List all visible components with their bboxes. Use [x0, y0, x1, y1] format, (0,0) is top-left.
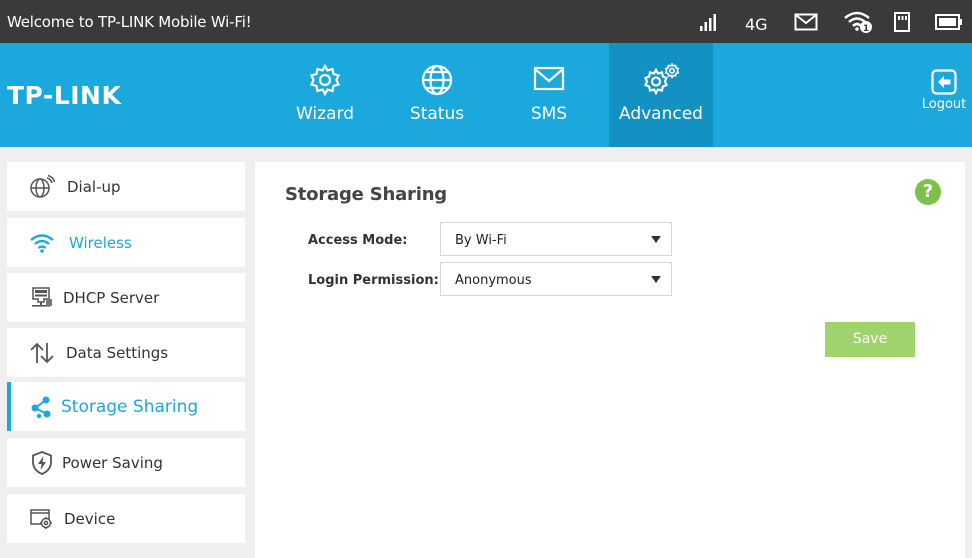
globe-dialup-icon [29, 174, 55, 200]
nav-status[interactable]: Status [385, 43, 489, 147]
login-permission-value: Anonymous [455, 273, 532, 288]
shield-bolt-icon [29, 450, 55, 476]
header-nav: TP-LINK Wizard Status SMS Advanced Logou… [0, 43, 972, 147]
save-button[interactable]: Save [825, 322, 915, 357]
chevron-down-icon [651, 236, 661, 243]
network-type-label: 4G [745, 14, 768, 34]
nav-status-label: Status [409, 104, 465, 124]
logout-button[interactable]: Logout [918, 69, 970, 112]
login-permission-select[interactable]: Anonymous [440, 262, 672, 296]
up-down-arrows-icon [29, 340, 55, 366]
logout-icon [918, 69, 970, 95]
nav-advanced-label: Advanced [619, 104, 703, 124]
logout-label: Logout [921, 97, 967, 112]
battery-icon [935, 10, 963, 34]
login-permission-label: Login Permission: [308, 273, 439, 288]
signal-strength-icon [699, 10, 717, 34]
message-icon [794, 10, 818, 34]
server-icon [29, 285, 55, 311]
sidebar-item-dhcp-server[interactable]: DHCP Server [7, 273, 245, 322]
nav-advanced[interactable]: Advanced [609, 43, 713, 147]
sidebar-item-label: Device [64, 510, 116, 528]
sidebar-item-power-saving[interactable]: Power Saving [7, 438, 245, 487]
welcome-text: Welcome to TP-LINK Mobile Wi-Fi! [7, 13, 252, 31]
nav-wizard-label: Wizard [296, 104, 354, 124]
wifi-clients-count: 1 [863, 24, 869, 34]
globe-icon [385, 63, 489, 97]
sidebar-item-device[interactable]: Device [7, 494, 245, 543]
tp-link-logo: TP-LINK [7, 81, 122, 110]
nav-sms-label: SMS [530, 104, 568, 124]
sd-card-icon [893, 10, 911, 34]
sidebar-item-storage-sharing[interactable]: Storage Sharing [7, 382, 245, 431]
access-mode-select[interactable]: By Wi-Fi [440, 222, 672, 256]
help-button[interactable]: ? [915, 179, 941, 205]
sidebar-item-label: Wireless [69, 234, 132, 252]
status-bar: Welcome to TP-LINK Mobile Wi-Fi! 4G 1 [0, 0, 972, 43]
envelope-icon [497, 63, 601, 97]
nav-wizard[interactable]: Wizard [273, 43, 377, 147]
share-icon [29, 394, 55, 420]
access-mode-label: Access Mode: [308, 233, 408, 248]
gear-icon [273, 63, 377, 97]
sidebar-item-label: Data Settings [66, 344, 169, 362]
access-mode-value: By Wi-Fi [455, 233, 507, 248]
sidebar-item-label: Power Saving [62, 454, 163, 472]
sidebar-item-dial-up[interactable]: Dial-up [7, 162, 245, 211]
chevron-down-icon [651, 276, 661, 283]
sidebar-item-label: Storage Sharing [61, 397, 199, 417]
sidebar-item-label: DHCP Server [63, 289, 160, 307]
storage-sharing-panel: Storage Sharing ? Access Mode: By Wi-Fi … [255, 162, 965, 558]
sidebar-item-wireless[interactable]: Wireless [7, 218, 245, 267]
gears-icon [609, 63, 713, 97]
page-title: Storage Sharing [285, 184, 447, 205]
device-settings-icon [29, 506, 55, 532]
wifi-clients-icon: 1 [843, 10, 875, 34]
sidebar-item-label: Dial-up [67, 178, 121, 196]
nav-sms[interactable]: SMS [497, 43, 601, 147]
sidebar-item-data-settings[interactable]: Data Settings [7, 328, 245, 377]
wifi-icon [29, 230, 55, 256]
